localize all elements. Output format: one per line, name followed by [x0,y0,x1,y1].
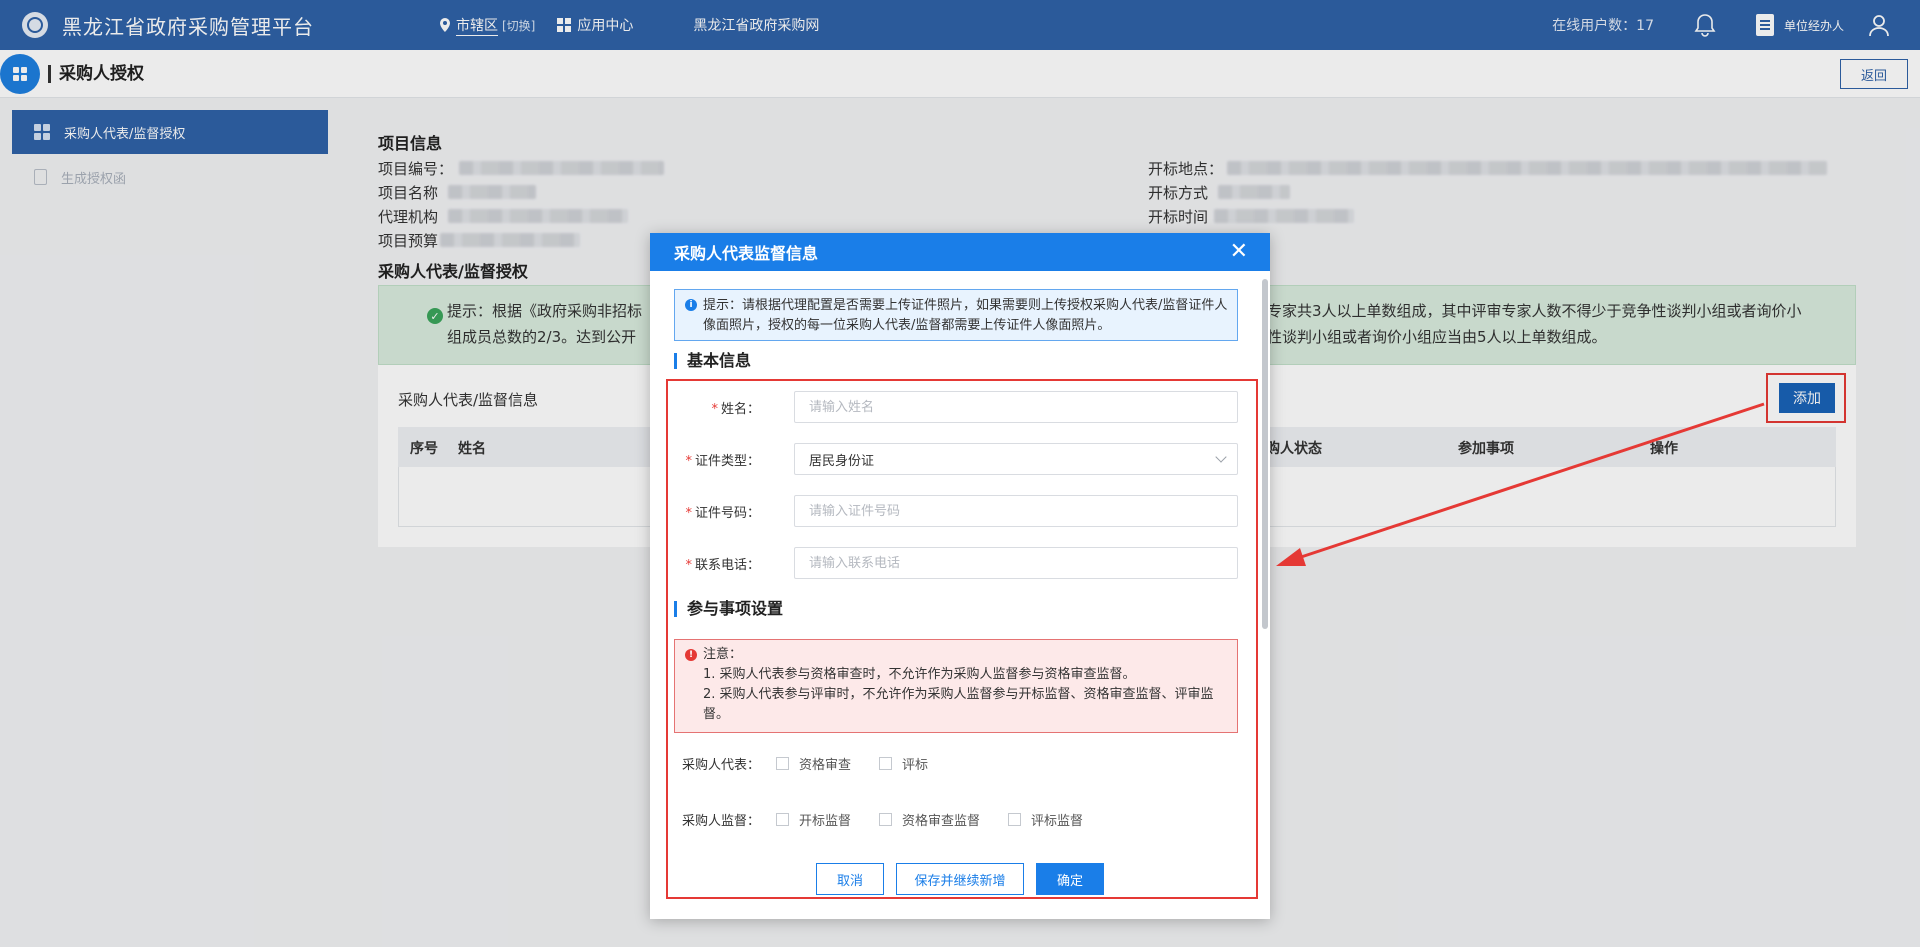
chevron-down-icon [1215,451,1227,463]
participation-heading: 参与事项设置 [674,601,783,617]
checkbox-label: 开标监督 [799,813,852,829]
checkbox-box[interactable] [1008,812,1022,826]
checkbox-box[interactable] [879,812,893,826]
required-marker: * [711,401,718,417]
checkbox-box[interactable] [776,756,789,770]
close-icon[interactable]: ✕ [1230,241,1248,263]
participation-warning: ! 注意： 1. 采购人代表参与资格审查时，不允许作为采购人监督参与资格审查监督… [674,639,1238,733]
name-input[interactable] [794,391,1238,423]
error-icon: ! [685,649,697,661]
phone-input[interactable] [794,547,1238,579]
id-type-value: 居民身份证 [809,453,875,469]
checkbox-evaluation[interactable]: 评标 [879,754,928,773]
warning-rule-2: 2. 采购人代表参与评审时，不允许作为采购人监督参与开标监督、资格审查监督、评审… [703,687,1214,722]
supervisor-label: 采购人监督： [681,813,760,829]
checkbox-box[interactable] [776,812,789,826]
required-marker: * [685,505,692,521]
basic-info-heading: 基本信息 [674,353,751,369]
phone-label: 联系电话： [694,557,760,573]
warning-title: 注意： [703,647,743,662]
checkbox-label: 评标监督 [1031,813,1084,829]
cancel-button[interactable]: 取消 [816,863,884,895]
id-type-select[interactable]: 居民身份证 [794,443,1238,475]
name-label: 姓名： [720,401,760,417]
checkbox-evaluation-supervision[interactable]: 评标监督 [1008,810,1083,829]
checkbox-qualification-supervision[interactable]: 资格审查监督 [879,810,980,829]
dialog-header: 采购人代表监督信息 [650,233,1270,271]
checkbox-label: 资格审查 [799,757,852,773]
checkbox-box[interactable] [879,756,893,770]
confirm-button[interactable]: 确定 [1036,863,1104,895]
save-and-continue-button[interactable]: 保存并继续新增 [896,863,1024,895]
checkbox-label: 资格审查监督 [902,813,981,829]
representative-label: 采购人代表： [681,757,760,773]
id-type-label: 证件类型： [694,453,760,469]
dialog-scrollbar[interactable] [1262,279,1268,629]
checkbox-qualification-review[interactable]: 资格审查 [776,754,851,773]
dialog-title: 采购人代表监督信息 [674,244,819,263]
checkbox-opening-supervision[interactable]: 开标监督 [776,810,851,829]
info-icon: i [685,299,697,311]
checkbox-label: 评标 [902,757,929,773]
id-number-input[interactable] [794,495,1238,527]
representative-dialog: 采购人代表监督信息 ✕ i 提示：请根据代理配置是否需要上传证件照片，如果需要则… [650,233,1270,919]
required-marker: * [685,557,692,573]
warning-rule-1: 1. 采购人代表参与资格审查时，不允许作为采购人监督参与资格审查监督。 [703,667,1136,682]
required-marker: * [685,453,692,469]
upload-tip: i 提示：请根据代理配置是否需要上传证件照片，如果需要则上传授权采购人代表/监督… [674,289,1238,341]
upload-tip-text: 提示：请根据代理配置是否需要上传证件照片，如果需要则上传授权采购人代表/监督证件… [703,298,1228,333]
id-number-label: 证件号码： [694,505,760,521]
